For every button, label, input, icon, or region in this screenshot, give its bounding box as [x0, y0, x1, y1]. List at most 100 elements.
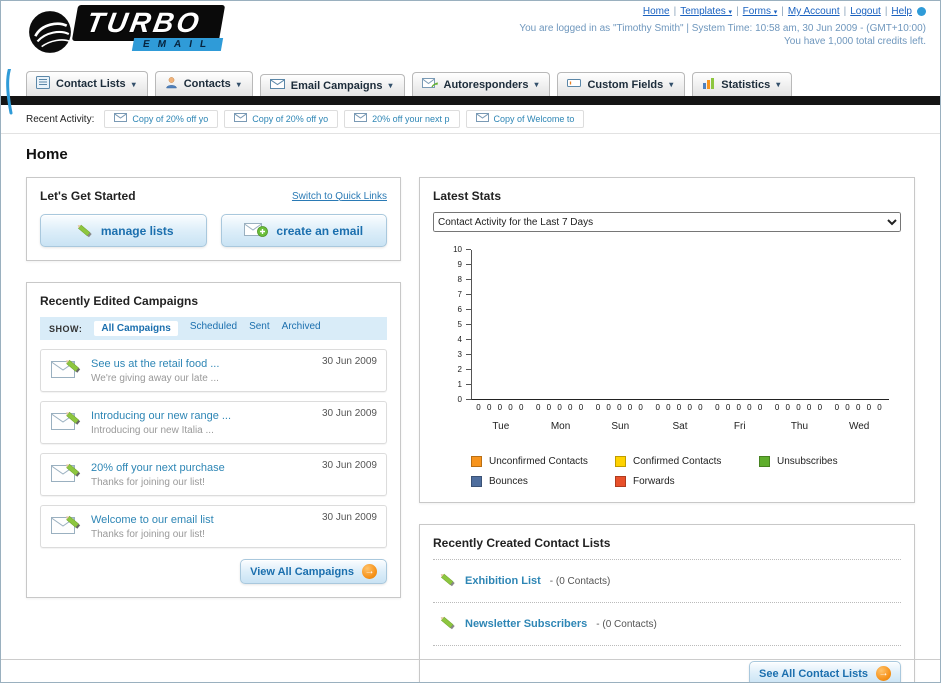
- contact-list-link[interactable]: Newsletter Subscribers: [465, 618, 587, 630]
- top-link-forms[interactable]: Forms ▾: [743, 6, 778, 17]
- manage-lists-button[interactable]: manage lists: [40, 214, 207, 247]
- chart-day-group: 0 0 0 0 0 Sun: [590, 400, 650, 432]
- recent-activity-item[interactable]: Copy of 20% off yo: [224, 110, 339, 128]
- recent-activity-item[interactable]: 20% off your next p: [344, 110, 460, 128]
- recent-activity-link[interactable]: Copy of 20% off yo: [252, 114, 328, 124]
- top-link-home[interactable]: Home: [643, 6, 670, 17]
- top-link-templates[interactable]: Templates ▾: [680, 6, 732, 17]
- y-tick: [466, 339, 471, 340]
- campaign-row[interactable]: 20% off your next purchase Thanks for joi…: [40, 453, 387, 496]
- chart-day-group: 0 0 0 0 0 Mon: [531, 400, 591, 432]
- nav-tab-label: Email Campaigns: [290, 79, 383, 92]
- y-tick: [466, 249, 471, 250]
- contact-list-link[interactable]: Exhibition List: [465, 575, 541, 587]
- link-separator: |: [736, 6, 739, 17]
- campaign-tab-sent[interactable]: Sent: [249, 321, 270, 336]
- envelope-plus-icon: [244, 221, 269, 240]
- y-tick-label: 0: [457, 395, 462, 404]
- stats-icon: [702, 77, 715, 92]
- campaign-subtitle: Thanks for joining our list!: [91, 476, 205, 488]
- chevron-down-icon: ▾: [131, 79, 136, 89]
- day-label: Sat: [672, 421, 688, 432]
- recent-activity-bar: Recent Activity: Copy of 20% off yo Copy …: [1, 105, 940, 134]
- legend-item: Unconfirmed Contacts: [471, 456, 605, 467]
- chart-plot-area: [471, 250, 889, 400]
- contact-list-item[interactable]: Newsletter Subscribers - (0 Contacts): [433, 603, 901, 646]
- chart-day-group: 0 0 0 0 0 Thu: [770, 400, 830, 432]
- campaign-tab-archived[interactable]: Archived: [282, 321, 321, 336]
- view-all-campaigns-button[interactable]: View All Campaigns →: [240, 559, 387, 584]
- recent-activity-label: Recent Activity:: [26, 113, 95, 125]
- stats-range-select[interactable]: Contact Activity for the Last 7 Days: [433, 212, 901, 232]
- top-link-logout[interactable]: Logout: [850, 6, 881, 17]
- nav-tab-contact-lists[interactable]: Contact Lists ▾: [26, 71, 148, 96]
- link-separator: |: [884, 6, 888, 17]
- app-window: TURBO EMAIL Home | Templates ▾ | Forms ▾ | My …: [0, 0, 941, 683]
- top-link-help[interactable]: Help: [891, 6, 912, 17]
- legend-item: Unsubscribes: [759, 456, 893, 467]
- pencil-icon: [436, 613, 456, 635]
- recent-activity-items: Copy of 20% off yo Copy of 20% off yo 20% …: [104, 110, 585, 128]
- nav-tab-autoresponders[interactable]: Autoresponders ▾: [411, 72, 551, 96]
- email-pencil-icon: [50, 460, 82, 489]
- pencil-icon: [73, 221, 93, 241]
- campaign-date: 30 Jun 2009: [321, 356, 377, 367]
- campaign-title-link[interactable]: See us at the retail food ...: [91, 358, 313, 370]
- envelope-icon: [354, 113, 368, 125]
- contacts-icon: [165, 76, 178, 92]
- legend-swatch: [759, 456, 770, 467]
- nav-tab-statistics[interactable]: Statistics ▾: [692, 72, 793, 96]
- recent-activity-item[interactable]: Copy of 20% off yo: [104, 110, 219, 128]
- chart-y-axis: 0 1 2 3 4 5 6 7 8 9 10: [447, 245, 471, 404]
- campaign-tab-scheduled[interactable]: Scheduled: [190, 321, 237, 336]
- email-pencil-icon: [50, 356, 82, 385]
- y-tick-label: 2: [457, 365, 462, 374]
- turbo-email-logo: TURBO EMAIL: [27, 5, 226, 60]
- campaign-title-link[interactable]: Welcome to our email list: [91, 514, 313, 526]
- see-all-contact-lists-button[interactable]: See All Contact Lists →: [748, 661, 901, 682]
- nav-tab-custom-fields[interactable]: Custom Fields ▾: [557, 72, 686, 96]
- y-tick: [466, 384, 471, 385]
- recent-activity-link[interactable]: Copy of 20% off yo: [132, 114, 208, 124]
- day-label: Thu: [790, 421, 809, 432]
- campaign-row[interactable]: Introducing our new range ... Introducing…: [40, 401, 387, 444]
- chart-day-group: 0 0 0 0 0 Sat: [650, 400, 710, 432]
- logo-subtitle: EMAIL: [131, 38, 224, 51]
- campaign-subtitle: Introducing our new Italia ...: [91, 424, 214, 436]
- nav-tab-contacts[interactable]: Contacts ▾: [154, 71, 253, 96]
- campaign-row[interactable]: See us at the retail food ... We're givin…: [40, 349, 387, 392]
- y-tick-label: 7: [457, 290, 462, 299]
- day-values: 0 0 0 0 0: [774, 403, 825, 412]
- credits-info: You have 1,000 total credits left.: [784, 36, 926, 47]
- top-link-my-account[interactable]: My Account: [788, 6, 840, 17]
- switch-quick-links-link[interactable]: Switch to Quick Links: [292, 191, 387, 202]
- y-tick: [466, 324, 471, 325]
- campaign-tab-all-campaigns[interactable]: All Campaigns: [94, 321, 178, 336]
- campaign-row[interactable]: Welcome to our email list Thanks for join…: [40, 505, 387, 548]
- campaign-title-link[interactable]: 20% off your next purchase: [91, 462, 313, 474]
- day-values: 0 0 0 0 0: [595, 403, 645, 412]
- contact-list-detail: - (0 Contacts): [549, 575, 611, 587]
- email-pencil-icon: [50, 408, 82, 437]
- contact-list-detail: - (0 Contacts): [596, 618, 657, 630]
- recent-activity-link[interactable]: Copy of Welcome to: [494, 114, 575, 124]
- nav-tab-label: Autoresponders: [443, 78, 529, 91]
- envelope-icon: [234, 113, 248, 125]
- y-tick-label: 1: [457, 380, 462, 389]
- chevron-down-icon: ▾: [773, 9, 778, 16]
- y-tick: [466, 279, 471, 280]
- recent-activity-link[interactable]: 20% off your next p: [372, 114, 449, 124]
- nav-tab-label: Statistics: [721, 78, 771, 91]
- top-header: TURBO EMAIL Home | Templates ▾ | Forms ▾ | My …: [1, 1, 940, 69]
- nav-tab-label: Custom Fields: [587, 78, 664, 91]
- recent-activity-item[interactable]: Copy of Welcome to: [465, 110, 585, 128]
- nav-tab-email-campaigns[interactable]: Email Campaigns ▾: [259, 74, 405, 96]
- arrow-icon: →: [362, 564, 377, 579]
- campaign-title-link[interactable]: Introducing our new range ...: [91, 410, 313, 422]
- legend-swatch: [615, 456, 626, 467]
- chevron-down-icon: ▾: [534, 80, 539, 89]
- day-label: Mon: [550, 421, 571, 432]
- create-email-button[interactable]: create an email: [220, 214, 387, 247]
- contact-list-item[interactable]: Exhibition List - (0 Contacts): [433, 560, 901, 603]
- pencil-icon: [436, 570, 456, 592]
